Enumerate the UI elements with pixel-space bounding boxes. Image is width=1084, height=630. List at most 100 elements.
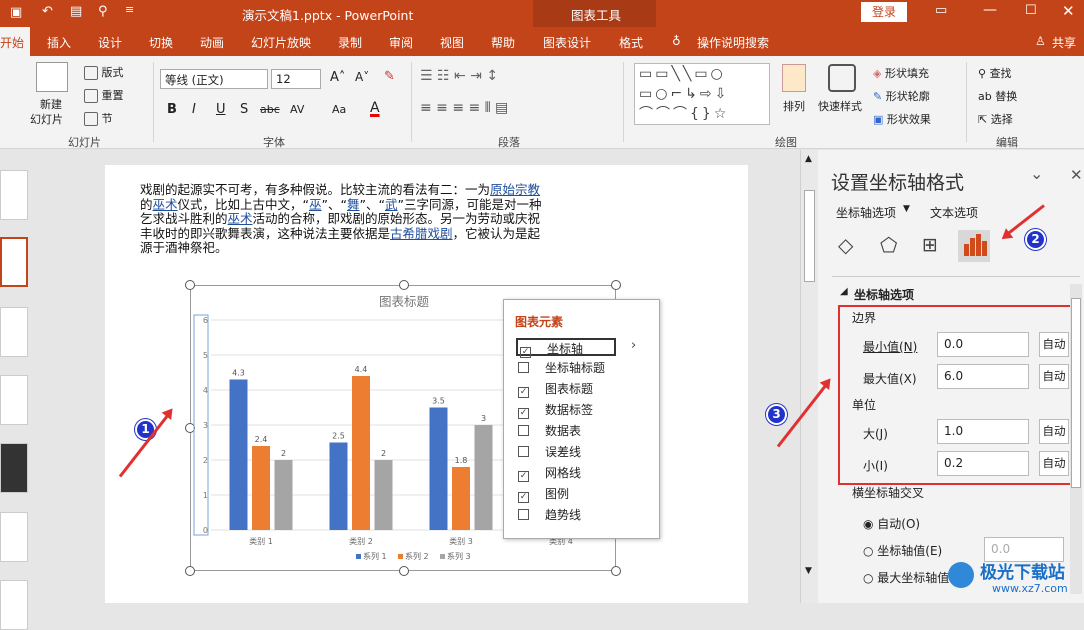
new-slide-button[interactable]: 新建 [40, 96, 62, 112]
section-button[interactable]: 节 [102, 112, 113, 125]
size-properties-icon[interactable]: ⊞ [922, 234, 938, 256]
tab-transitions[interactable]: 切换 [149, 34, 173, 51]
chart-element-2[interactable]: ✓ 图表标题 [518, 380, 618, 398]
thumbnail-4[interactable] [0, 375, 28, 425]
font-size-select[interactable]: 12 [271, 69, 321, 89]
shrink-font-icon[interactable]: A˅ [355, 70, 369, 84]
shape-fill-button[interactable]: 形状填充 [885, 67, 929, 80]
close-icon[interactable]: ✕ [1062, 2, 1075, 20]
link-wu[interactable]: 巫 [309, 197, 322, 212]
tab-review[interactable]: 审阅 [389, 34, 413, 51]
checkbox[interactable] [518, 446, 529, 457]
min-value-field[interactable]: 0.0 [937, 332, 1029, 357]
underline-button[interactable]: U [216, 102, 226, 117]
maximize-icon[interactable]: ☐ [1025, 3, 1037, 18]
checkbox[interactable]: ✓ [520, 347, 531, 358]
axis-options-tab[interactable]: 坐标轴选项 [836, 204, 896, 221]
bold-button[interactable]: B [167, 102, 177, 117]
link-martial[interactable]: 武 [385, 197, 398, 212]
chart-element-6[interactable]: ✓ 网格线 [518, 464, 618, 482]
tab-animations[interactable]: 动画 [200, 34, 224, 51]
tab-slideshow[interactable]: 幻灯片放映 [251, 34, 311, 51]
pane-close-icon[interactable]: ✕ [1070, 166, 1083, 184]
slideshow-icon[interactable]: ▤ [70, 4, 82, 19]
effects-pentagon-icon[interactable]: ⬠ [880, 233, 897, 257]
tab-help[interactable]: 帮助 [491, 34, 515, 51]
chart-title[interactable]: 图表标题 [379, 294, 430, 309]
share-button[interactable]: 共享 [1052, 34, 1076, 51]
font-color-button[interactable]: A [370, 100, 380, 116]
link-greek-drama[interactable]: 古希腊戏剧 [390, 226, 453, 241]
axis-options-icon[interactable] [958, 230, 990, 262]
thumbnail-2[interactable] [0, 237, 28, 287]
tab-insert[interactable]: 插入 [47, 34, 71, 51]
chart-element-4[interactable]: 数据表 [518, 422, 618, 440]
minor-auto-button[interactable]: 自动 [1039, 451, 1069, 476]
login-button[interactable]: 登录 [861, 2, 907, 22]
chart-element-1[interactable]: 坐标轴标题 [518, 359, 618, 377]
font-name-select[interactable]: 等线 (正文) [160, 69, 268, 89]
checkbox[interactable]: ✓ [518, 492, 529, 503]
replace-button[interactable]: 替换 [995, 90, 1017, 103]
clear-format-icon[interactable]: ✎ [384, 69, 395, 84]
change-case-button[interactable]: Aa [332, 103, 346, 116]
link-primitive-religion[interactable]: 原始宗教 [490, 182, 540, 197]
chart-element-8[interactable]: 趋势线 [518, 506, 618, 524]
slide-text[interactable]: 戏剧的起源实不可考，有多种假说。比较主流的看法有二：一为原始宗教的巫术仪式，比如… [140, 182, 550, 256]
max-value-field[interactable]: 6.0 [937, 364, 1029, 389]
char-spacing-button[interactable]: AV [290, 103, 304, 116]
align-icons[interactable]: ≡ ≡ ≡ ≡ ⫴ ▤ [420, 100, 508, 116]
checkbox[interactable] [518, 425, 529, 436]
chart-element-0[interactable]: ✓ 坐标轴 [516, 338, 616, 358]
tab-home[interactable]: 开始 [0, 27, 31, 56]
radio-axis-value[interactable]: ○ 坐标轴值(E) [863, 542, 942, 559]
link-witchcraft[interactable]: 巫术 [153, 197, 178, 212]
checkbox[interactable]: ✓ [518, 408, 529, 419]
link-dance[interactable]: 舞 [347, 197, 360, 212]
checkbox[interactable]: ✓ [518, 471, 529, 482]
thumbnail-1[interactable] [0, 170, 28, 220]
chevron-down-icon[interactable]: ▼ [903, 204, 910, 214]
thumbnail-3[interactable] [0, 307, 28, 357]
slide-scrollbar[interactable]: ▲ ▼ [800, 150, 818, 603]
italic-button[interactable]: I [192, 102, 196, 117]
text-options-tab[interactable]: 文本选项 [930, 204, 978, 221]
radio-auto[interactable]: ◉ 自动(O) [863, 515, 920, 532]
share-icon[interactable]: ♙ [1035, 34, 1046, 48]
thumbnail-5[interactable] [0, 443, 28, 493]
thumbnail-7[interactable] [0, 580, 28, 630]
minor-value-field[interactable]: 0.2 [937, 451, 1029, 476]
scroll-up-icon[interactable]: ▲ [805, 154, 812, 164]
minimize-icon[interactable]: — [983, 2, 997, 18]
tab-design[interactable]: 设计 [98, 34, 122, 51]
zoom-icon[interactable]: ⚲ [98, 4, 108, 19]
scroll-thumb[interactable] [804, 190, 815, 282]
customize-qat-icon[interactable]: ≡ [125, 3, 134, 16]
thumbnail-6[interactable] [0, 512, 28, 562]
bullets-icon[interactable]: ☰ ☷ ⇤ ⇥ ↕ [420, 68, 498, 84]
layout-button[interactable]: 版式 [102, 66, 124, 79]
link-witchcraft-2[interactable]: 巫术 [228, 211, 253, 226]
section-axis-options[interactable]: 坐标轴选项 [854, 286, 914, 303]
new-slide-icon[interactable] [36, 62, 68, 92]
pane-options-icon[interactable]: ⌄ [1030, 164, 1043, 183]
tab-chart-design[interactable]: 图表设计 [543, 34, 591, 51]
select-button[interactable]: 选择 [991, 113, 1013, 126]
shape-outline-button[interactable]: 形状轮廓 [886, 90, 930, 103]
major-auto-button[interactable]: 自动 [1039, 419, 1069, 444]
pane-scrollbar[interactable] [1070, 284, 1082, 594]
checkbox[interactable] [518, 362, 529, 373]
search-tell-me[interactable]: 操作说明搜索 [697, 34, 769, 51]
undo-icon[interactable]: ↶ [42, 4, 53, 19]
ribbon-display-icon[interactable]: ▭ [935, 3, 947, 18]
major-value-field[interactable]: 1.0 [937, 419, 1029, 444]
fill-line-icon[interactable]: ◇ [838, 233, 853, 257]
shape-effects-button[interactable]: 形状效果 [887, 113, 931, 126]
pane-scroll-thumb[interactable] [1071, 298, 1081, 488]
tab-record[interactable]: 录制 [338, 34, 362, 51]
arrange-button[interactable]: 排列 [783, 98, 805, 114]
chevron-right-icon[interactable]: › [631, 338, 636, 353]
collapse-icon[interactable]: ◢ [840, 286, 848, 297]
tab-view[interactable]: 视图 [440, 34, 464, 51]
grow-font-icon[interactable]: A˄ [330, 70, 345, 85]
